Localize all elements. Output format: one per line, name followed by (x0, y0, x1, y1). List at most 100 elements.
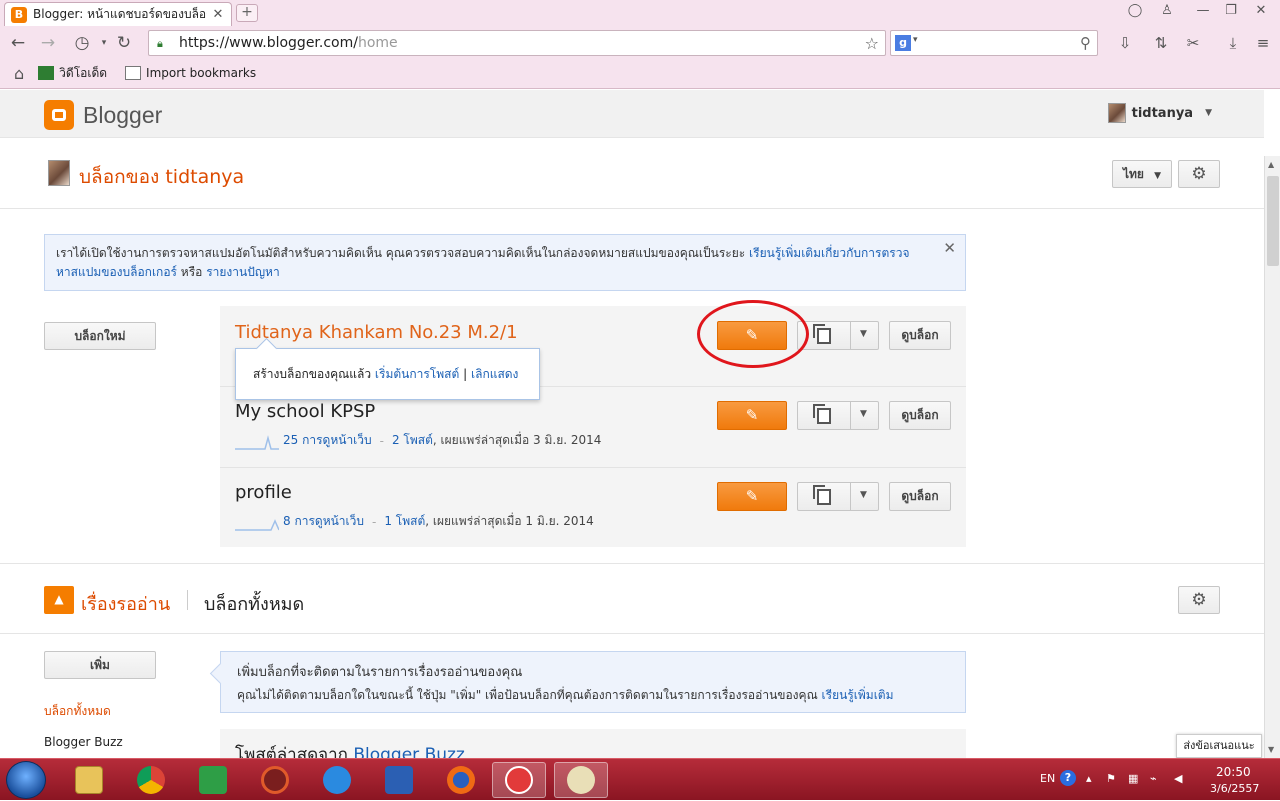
close-icon[interactable]: ✕ (943, 239, 956, 258)
url-host: https://www.blogger.com/ (179, 35, 358, 51)
reload-icon[interactable]: ↻ (112, 31, 136, 55)
chevron-down-icon[interactable]: ▼ (860, 409, 867, 419)
sidebar-item-all-blogs[interactable]: บล็อกทั้งหมด (44, 702, 123, 721)
clock-date[interactable]: 3/6/2557 (1210, 782, 1259, 795)
chevron-down-icon[interactable]: ▼ (860, 329, 867, 339)
file-explorer-icon[interactable] (62, 762, 116, 798)
language-indicator[interactable]: EN (1040, 772, 1055, 785)
chat-icon[interactable]: ◯ (1124, 3, 1146, 21)
spam-notice: เราได้เปิดใช้งานการตรวจหาสแปมอัตโนมัติสำ… (44, 234, 966, 291)
pencil-icon: ✎ (745, 406, 759, 424)
network-icon[interactable]: ▦ (1128, 772, 1138, 785)
gear-icon: ⚙ (1191, 164, 1207, 184)
google-icon[interactable]: g (895, 35, 911, 51)
tab-blogger[interactable]: B Blogger: หน้าแดชบอร์ดของบล็อก ✕ (4, 2, 232, 26)
blogger-buzz-link[interactable]: Blogger Buzz (353, 745, 465, 758)
blog-title[interactable]: My school KPSP (235, 401, 375, 422)
reading-list-sidebar: บล็อกทั้งหมด Blogger Buzz (44, 702, 123, 758)
download-icon[interactable]: ⤓ (1220, 32, 1246, 54)
posts-icon (813, 485, 831, 505)
close-tab-icon[interactable]: ✕ (211, 7, 225, 22)
pageview-sparkline (235, 518, 279, 531)
posts-link[interactable]: 2 โพสต์ (392, 431, 433, 450)
new-tab-button[interactable]: + (236, 4, 258, 22)
blog-title[interactable]: profile (235, 482, 292, 503)
forward-icon[interactable]: → (36, 31, 60, 55)
posts-link[interactable]: 1 โพสต์ (384, 512, 425, 531)
history-icon[interactable]: ◷ (70, 31, 94, 55)
menu-icon[interactable]: ≡ (1250, 32, 1276, 54)
search-box[interactable]: g ▾ ⚲ (890, 30, 1098, 56)
home-icon[interactable]: ⌂ (14, 64, 24, 83)
collapse-button[interactable]: ▲ (44, 586, 74, 614)
add-button[interactable]: เพิ่ม (44, 651, 156, 679)
notice-text: เราได้เปิดใช้งานการตรวจหาสแปมอัตโนมัติสำ… (56, 246, 746, 260)
settings-button[interactable]: ⚙ (1178, 160, 1220, 188)
bookmark-videos[interactable]: วิดีโอเด็ด (38, 64, 107, 83)
dismiss-link[interactable]: เลิกแสดง (471, 367, 518, 381)
learn-more-link[interactable]: เรียนรู้เพิ่มเติม (822, 688, 894, 702)
ie-icon[interactable] (310, 762, 364, 798)
posts-button[interactable]: ▼ (797, 482, 879, 511)
account-menu[interactable]: tidtanya ▼ (1107, 103, 1212, 123)
paint-icon[interactable] (554, 762, 608, 798)
reading-settings-button[interactable]: ⚙ (1178, 586, 1220, 614)
bookmark-star-icon[interactable]: ☆ (865, 34, 879, 53)
start-posting-link[interactable]: เริ่มต้นการโพสต์ (375, 367, 459, 381)
url-path: home (357, 35, 398, 51)
posts-button[interactable]: ▼ (797, 401, 879, 430)
tip-line-2: คุณไม่ได้ติดตามบล็อกใดในขณะนี้ ใช้ปุ่ม "… (237, 688, 818, 702)
scroll-up-icon[interactable]: ▲ (1268, 160, 1274, 169)
close-window-icon[interactable]: ✕ (1250, 3, 1272, 21)
sogou-icon[interactable] (492, 762, 546, 798)
search-engine-dropdown-icon[interactable]: ▾ (913, 35, 918, 45)
blogger-logo[interactable]: Blogger (44, 100, 162, 130)
sync-icon[interactable]: ⇅ (1148, 32, 1174, 54)
address-bar[interactable]: 🔒︎ https://www.blogger.com/home ☆ (148, 30, 886, 56)
search-icon[interactable]: ⚲ (1080, 34, 1091, 52)
language-dropdown[interactable]: ไทย ▼ (1112, 160, 1172, 188)
minimize-icon[interactable]: — (1192, 3, 1214, 21)
bookmark-import[interactable]: Import bookmarks (125, 66, 256, 80)
tray-expand-icon[interactable]: ▴ (1086, 772, 1092, 785)
blog-stats: 25 การดูหน้าเว็บ - 2 โพสต์ , เผยแพร่ล่าส… (235, 431, 601, 450)
maximize-icon[interactable]: ❐ (1220, 3, 1242, 21)
pageviews-link[interactable]: 25 การดูหน้าเว็บ (283, 431, 372, 450)
new-post-button[interactable]: ✎ (717, 482, 787, 511)
sidebar-item-blogger-buzz[interactable]: Blogger Buzz (44, 735, 123, 749)
flag-icon[interactable]: ⚑ (1106, 772, 1116, 785)
shirt-icon[interactable]: ♙ (1156, 3, 1178, 21)
app-icon[interactable] (248, 762, 302, 798)
view-blog-button[interactable]: ดูบล็อก (889, 321, 951, 350)
cut-icon[interactable]: ✂ (1180, 32, 1206, 54)
chevron-up-icon: ▲ (54, 592, 64, 606)
word-icon[interactable] (372, 762, 426, 798)
pageviews-link[interactable]: 8 การดูหน้าเว็บ (283, 512, 364, 531)
blog-title[interactable]: Tidtanya Khankam No.23 M.2/1 (235, 322, 518, 343)
scroll-down-icon[interactable]: ▼ (1268, 745, 1274, 754)
firefox-icon[interactable] (434, 762, 488, 798)
posts-button[interactable]: ▼ (797, 321, 879, 350)
new-post-button[interactable]: ✎ (717, 401, 787, 430)
back-icon[interactable]: ← (6, 31, 30, 55)
view-blog-button[interactable]: ดูบล็อก (889, 401, 951, 430)
chevron-down-icon[interactable]: ▼ (860, 490, 867, 500)
report-problem-link[interactable]: รายงานปัญหา (206, 265, 280, 279)
chrome-icon[interactable] (124, 762, 178, 798)
power-icon[interactable]: ⌁ (1150, 772, 1157, 785)
pencil-icon: ✎ (745, 487, 759, 505)
start-button[interactable] (6, 761, 46, 799)
hao123-icon[interactable] (186, 762, 240, 798)
scrollbar[interactable]: ▲ ▼ (1264, 156, 1280, 758)
scrollbar-thumb[interactable] (1267, 176, 1279, 266)
volume-icon[interactable]: ◀ (1174, 772, 1182, 785)
feedback-button[interactable]: ส่งข้อเสนอแนะ (1176, 734, 1262, 758)
help-icon[interactable]: ? (1060, 770, 1076, 786)
start-posting-tooltip: สร้างบล็อกของคุณแล้ว เริ่มต้นการโพสต์ | … (235, 348, 540, 400)
blogs-section-header: บล็อกของ tidtanya ไทย ▼ ⚙ (0, 138, 1264, 209)
clock-time[interactable]: 20:50 (1216, 765, 1251, 779)
download-manager-icon[interactable]: ⇩ (1112, 32, 1138, 54)
new-blog-button[interactable]: บล็อกใหม่ (44, 322, 156, 350)
view-blog-button[interactable]: ดูบล็อก (889, 482, 951, 511)
navigation-bar: ← → ◷ ▾ ↻ 🔒︎ https://www.blogger.com/hom… (0, 28, 1280, 58)
